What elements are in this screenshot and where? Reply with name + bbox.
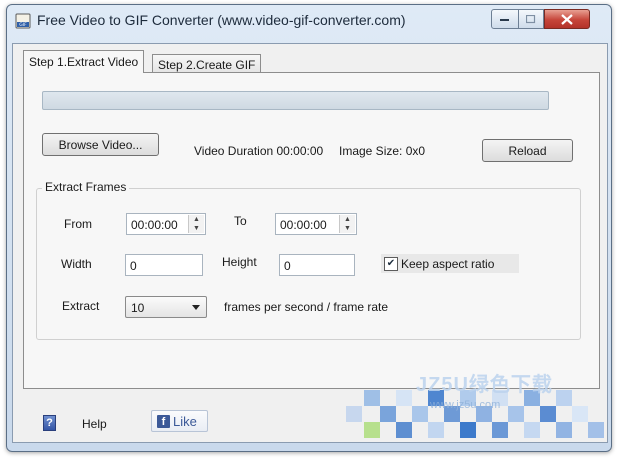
to-time-stepper[interactable]: 00:00:00 ▲ ▼ bbox=[275, 213, 357, 235]
window-title: Free Video to GIF Converter (www.video-g… bbox=[37, 12, 406, 28]
tab-extract-video[interactable]: Step 1.Extract Video bbox=[23, 50, 145, 73]
watermark-logo: JZ5U绿色下载 bbox=[416, 374, 553, 396]
help-link[interactable]: Help bbox=[82, 417, 107, 431]
fps-value: 10 bbox=[131, 301, 145, 315]
to-label: To bbox=[234, 214, 247, 228]
to-down-arrow-icon[interactable]: ▼ bbox=[340, 224, 355, 233]
fps-select[interactable]: 10 bbox=[125, 296, 207, 318]
video-path-field[interactable] bbox=[42, 91, 549, 110]
reload-button[interactable]: Reload bbox=[482, 139, 573, 162]
minimize-icon bbox=[500, 19, 509, 21]
close-icon bbox=[561, 13, 573, 25]
tab-panel: Browse Video... Video Duration 00:00:00 … bbox=[23, 72, 600, 389]
extract-frames-label: Extract Frames bbox=[42, 180, 130, 194]
from-time-value: 00:00:00 bbox=[131, 218, 178, 232]
to-time-value: 00:00:00 bbox=[280, 218, 327, 232]
keep-aspect-ratio-option[interactable]: ✔ Keep aspect ratio bbox=[381, 254, 519, 273]
width-input[interactable]: 0 bbox=[125, 254, 203, 276]
height-input[interactable]: 0 bbox=[279, 254, 355, 276]
browse-video-button[interactable]: Browse Video... bbox=[42, 133, 159, 156]
image-size-text: Image Size: 0x0 bbox=[339, 144, 426, 158]
width-label: Width bbox=[61, 257, 92, 271]
keep-aspect-checkbox[interactable]: ✔ bbox=[384, 256, 398, 271]
tab-create-gif[interactable]: Step 2.Create GIF bbox=[152, 54, 262, 74]
facebook-like-button[interactable]: f Like bbox=[151, 410, 208, 432]
svg-text:GIF: GIF bbox=[19, 22, 27, 28]
close-button[interactable] bbox=[544, 9, 590, 29]
fps-suffix-label: frames per second / frame rate bbox=[224, 300, 389, 314]
from-time-stepper[interactable]: 00:00:00 ▲ ▼ bbox=[126, 213, 206, 235]
watermark-url: www.jz5u.com bbox=[430, 399, 501, 411]
maximize-button[interactable] bbox=[518, 9, 544, 29]
facebook-icon: f bbox=[157, 414, 170, 428]
extract-label: Extract bbox=[62, 299, 100, 313]
maximize-icon bbox=[526, 14, 536, 23]
like-label: Like bbox=[173, 413, 197, 429]
from-down-arrow-icon[interactable]: ▼ bbox=[189, 224, 204, 233]
minimize-button[interactable] bbox=[491, 9, 519, 29]
chevron-down-icon bbox=[192, 305, 200, 310]
keep-aspect-label: Keep aspect ratio bbox=[401, 256, 495, 271]
help-book-icon[interactable]: ? bbox=[43, 415, 56, 431]
height-label: Height bbox=[222, 255, 257, 269]
gif-app-icon: GIF bbox=[15, 13, 31, 29]
video-duration-text: Video Duration 00:00:00 bbox=[194, 144, 324, 158]
from-label: From bbox=[64, 217, 92, 231]
title-bar[interactable]: GIF Free Video to GIF Converter (www.vid… bbox=[7, 5, 611, 35]
